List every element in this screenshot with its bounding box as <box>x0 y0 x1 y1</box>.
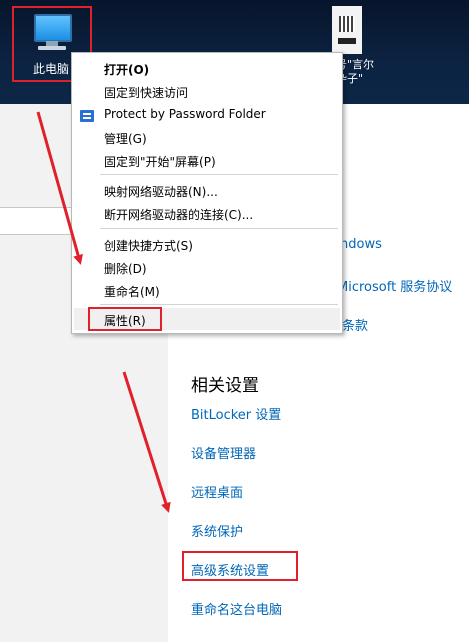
menu-item-pin-quick-access[interactable]: 固定到快速访问 <box>104 84 188 101</box>
menu-separator <box>100 174 338 175</box>
link-system-protection[interactable]: 系统保护 <box>191 521 243 540</box>
menu-item-create-shortcut[interactable]: 创建快捷方式(S) <box>104 237 193 254</box>
menu-item-rename[interactable]: 重命名(M) <box>104 283 160 300</box>
menu-item-pin-start[interactable]: 固定到"开始"屏幕(P) <box>104 153 216 170</box>
link-device-manager[interactable]: 设备管理器 <box>191 443 256 462</box>
qr-file-icon[interactable] <box>332 6 362 54</box>
password-folder-icon <box>80 110 94 122</box>
menu-separator <box>100 228 338 229</box>
menu-item-map-network-drive[interactable]: 映射网络驱动器(N)... <box>104 183 218 200</box>
menu-item-protect-password-folder[interactable]: Protect by Password Folder <box>104 107 266 121</box>
link-microsoft-service-agreement[interactable]: Microsoft 服务协议 <box>337 276 452 295</box>
link-remote-desktop[interactable]: 远程桌面 <box>191 482 243 501</box>
annotation-box-properties <box>88 307 162 331</box>
related-settings-title: 相关设置 <box>191 376 259 396</box>
menu-item-manage[interactable]: 管理(G) <box>104 130 147 147</box>
link-rename-pc[interactable]: 重命名这台电脑 <box>191 599 282 618</box>
context-menu: 打开(O) 固定到快速访问 Protect by Password Folder… <box>71 52 343 334</box>
link-bitlocker[interactable]: BitLocker 设置 <box>191 404 281 423</box>
menu-separator <box>100 304 338 305</box>
link-windows-partial[interactable]: ndows <box>340 237 382 252</box>
annotation-box-advanced-settings <box>182 551 298 581</box>
menu-item-delete[interactable]: 删除(D) <box>104 260 147 277</box>
link-terms[interactable]: 条款 <box>342 315 368 334</box>
menu-item-disconnect-network-drive[interactable]: 断开网络驱动器的连接(C)... <box>104 206 253 223</box>
menu-item-open[interactable]: 打开(O) <box>104 61 149 78</box>
